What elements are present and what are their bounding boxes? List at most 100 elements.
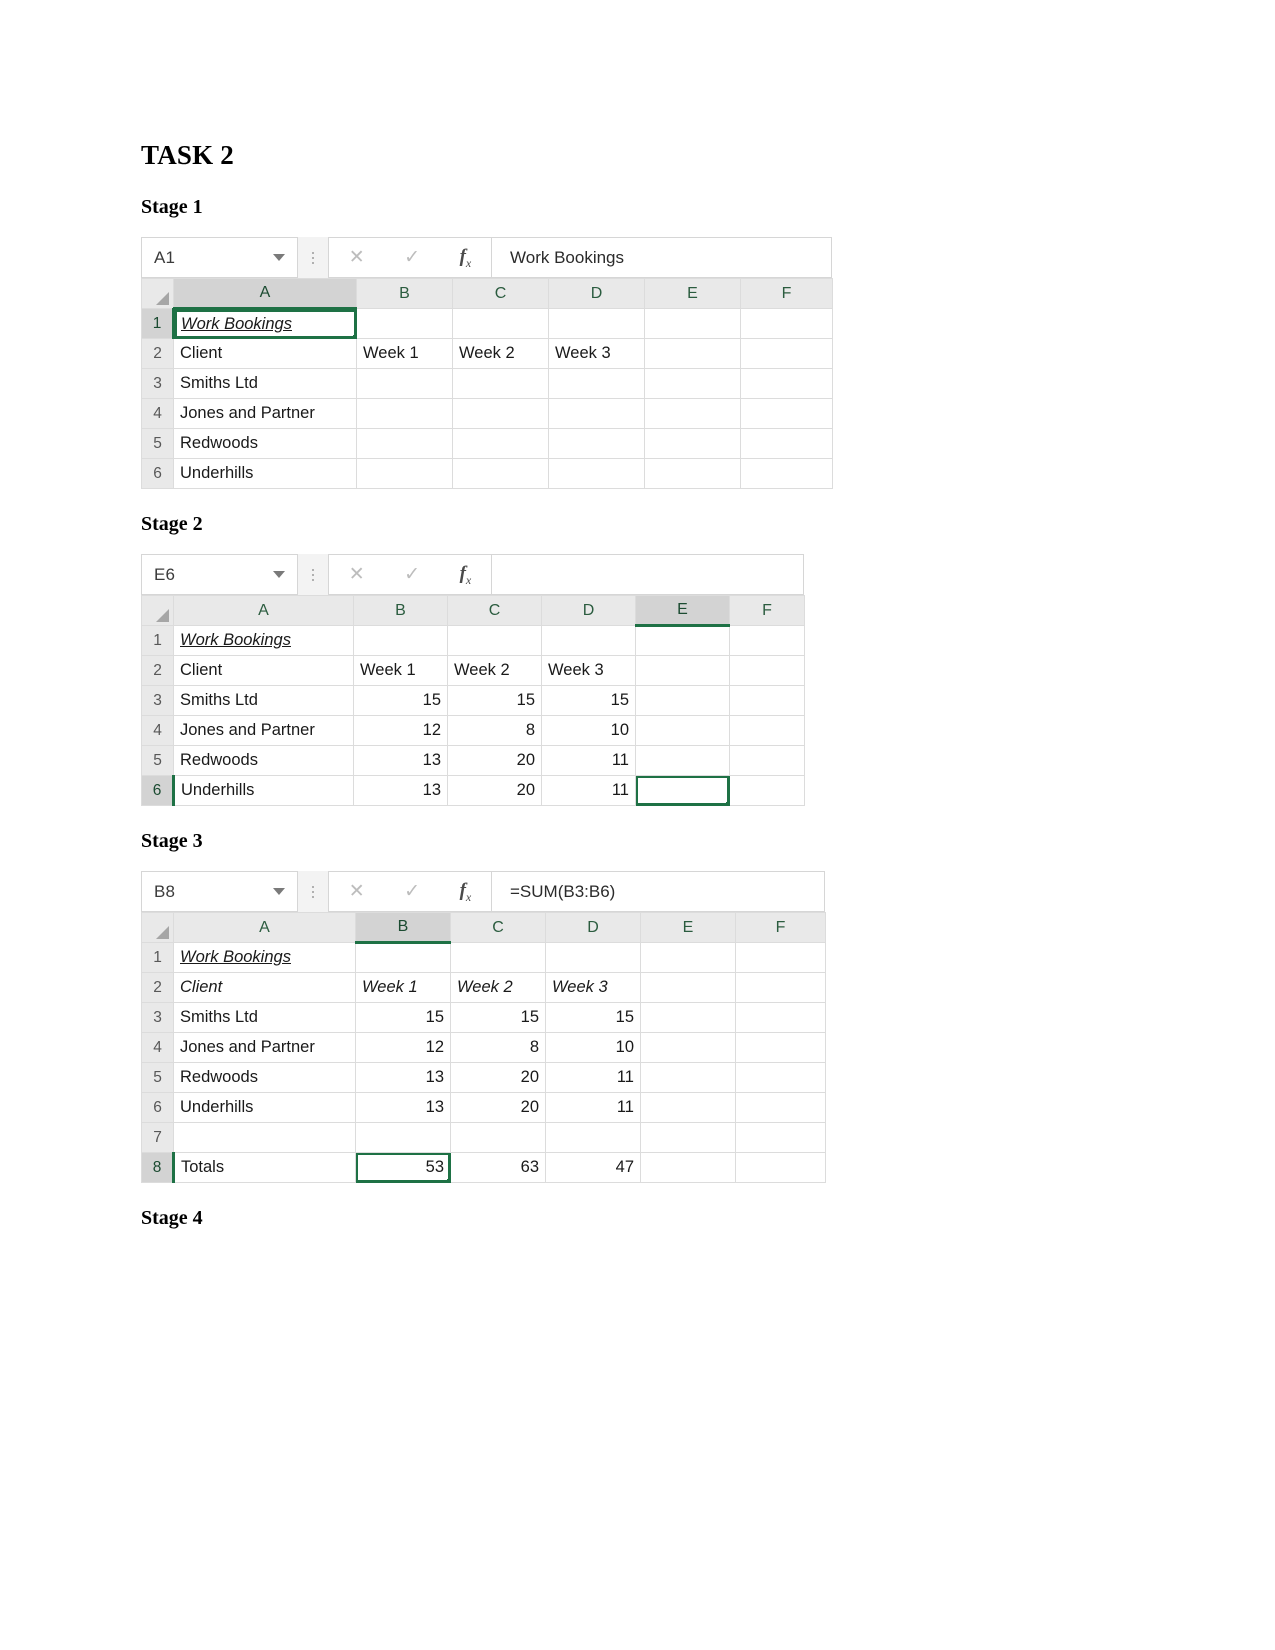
- cell-b3[interactable]: 15: [355, 1002, 451, 1033]
- formula-input-stage-2[interactable]: [492, 554, 804, 595]
- cell-e1[interactable]: [644, 308, 741, 339]
- row-header-5[interactable]: 5: [141, 745, 174, 776]
- cell-c2[interactable]: Week 2: [447, 655, 542, 686]
- row-header-1[interactable]: 1: [141, 942, 174, 973]
- cell-c3[interactable]: 15: [450, 1002, 546, 1033]
- cell-d4[interactable]: 10: [541, 715, 636, 746]
- cell-f1[interactable]: [735, 942, 826, 973]
- cell-d2[interactable]: Week 3: [548, 338, 645, 369]
- cell-a2[interactable]: Client: [173, 338, 357, 369]
- cell-d7[interactable]: [545, 1122, 641, 1153]
- cell-a5[interactable]: Redwoods: [173, 1062, 356, 1093]
- cell-b7[interactable]: [355, 1122, 451, 1153]
- cell-c5[interactable]: 20: [447, 745, 542, 776]
- formula-input-stage-3[interactable]: =SUM(B3:B6): [492, 871, 825, 912]
- cancel-icon[interactable]: ✕: [349, 248, 365, 267]
- cell-d8[interactable]: 47: [545, 1152, 641, 1183]
- column-header-c[interactable]: C: [452, 278, 549, 309]
- cell-d5[interactable]: [548, 428, 645, 459]
- cell-f6[interactable]: [729, 775, 805, 806]
- row-header-4[interactable]: 4: [141, 1032, 174, 1063]
- cell-f5[interactable]: [729, 745, 805, 776]
- row-header-4[interactable]: 4: [141, 398, 174, 429]
- cell-f1[interactable]: [740, 308, 833, 339]
- select-all-corner[interactable]: [141, 912, 174, 943]
- cell-c5[interactable]: [452, 428, 549, 459]
- cell-e3[interactable]: [644, 368, 741, 399]
- cell-b4[interactable]: 12: [355, 1032, 451, 1063]
- confirm-icon[interactable]: ✓: [404, 248, 420, 267]
- row-header-3[interactable]: 3: [141, 685, 174, 716]
- column-header-c[interactable]: C: [447, 595, 542, 626]
- column-header-f[interactable]: F: [729, 595, 805, 626]
- row-header-1[interactable]: 1: [141, 625, 174, 656]
- cell-e6[interactable]: [644, 458, 741, 489]
- row-header-2[interactable]: 2: [141, 655, 174, 686]
- row-header-3[interactable]: 3: [141, 368, 174, 399]
- cell-a1[interactable]: Work Bookings: [173, 625, 354, 656]
- row-header-8[interactable]: 8: [141, 1152, 175, 1183]
- insert-function-icon[interactable]: fx: [460, 881, 472, 903]
- cell-b1[interactable]: [356, 308, 453, 339]
- column-header-e[interactable]: E: [635, 595, 730, 627]
- cell-e1[interactable]: [640, 942, 736, 973]
- cell-b3[interactable]: [356, 368, 453, 399]
- cell-f3[interactable]: [740, 368, 833, 399]
- formula-input-stage-1[interactable]: Work Bookings: [492, 237, 832, 278]
- cell-b8[interactable]: 53: [355, 1152, 451, 1183]
- cell-f3[interactable]: [735, 1002, 826, 1033]
- cell-e6[interactable]: [635, 775, 730, 806]
- cell-b6[interactable]: [356, 458, 453, 489]
- cell-a2[interactable]: Client: [173, 972, 356, 1003]
- cell-f7[interactable]: [735, 1122, 826, 1153]
- cell-d1[interactable]: [541, 625, 636, 656]
- column-header-b[interactable]: B: [353, 595, 448, 626]
- column-header-d[interactable]: D: [548, 278, 645, 309]
- cell-f6[interactable]: [735, 1092, 826, 1123]
- cell-c2[interactable]: Week 2: [450, 972, 546, 1003]
- cell-c1[interactable]: [452, 308, 549, 339]
- row-header-3[interactable]: 3: [141, 1002, 174, 1033]
- cell-e5[interactable]: [635, 745, 730, 776]
- cell-c8[interactable]: 63: [450, 1152, 546, 1183]
- cell-e2[interactable]: [635, 655, 730, 686]
- cell-c7[interactable]: [450, 1122, 546, 1153]
- cell-e8[interactable]: [640, 1152, 736, 1183]
- cell-c4[interactable]: 8: [447, 715, 542, 746]
- cell-a1[interactable]: Work Bookings: [173, 942, 356, 973]
- column-header-e[interactable]: E: [640, 912, 736, 943]
- cell-d3[interactable]: [548, 368, 645, 399]
- cell-a6[interactable]: Underhills: [173, 775, 354, 806]
- cell-b5[interactable]: [356, 428, 453, 459]
- cell-b2[interactable]: Week 1: [355, 972, 451, 1003]
- chevron-down-icon[interactable]: [273, 254, 285, 261]
- cell-d4[interactable]: [548, 398, 645, 429]
- row-header-1[interactable]: 1: [141, 308, 175, 339]
- cell-e5[interactable]: [640, 1062, 736, 1093]
- cell-b3[interactable]: 15: [353, 685, 448, 716]
- cell-b2[interactable]: Week 1: [356, 338, 453, 369]
- cell-f5[interactable]: [735, 1062, 826, 1093]
- cell-a4[interactable]: Jones and Partner: [173, 398, 357, 429]
- insert-function-icon[interactable]: fx: [460, 247, 472, 269]
- cell-b6[interactable]: 13: [355, 1092, 451, 1123]
- row-header-4[interactable]: 4: [141, 715, 174, 746]
- cell-f6[interactable]: [740, 458, 833, 489]
- cell-c4[interactable]: [452, 398, 549, 429]
- cell-e3[interactable]: [640, 1002, 736, 1033]
- cell-b2[interactable]: Week 1: [353, 655, 448, 686]
- cell-a3[interactable]: Smiths Ltd: [173, 1002, 356, 1033]
- cell-d6[interactable]: [548, 458, 645, 489]
- row-header-6[interactable]: 6: [141, 775, 175, 806]
- cell-a6[interactable]: Underhills: [173, 458, 357, 489]
- cell-e4[interactable]: [640, 1032, 736, 1063]
- cell-a8[interactable]: Totals: [173, 1152, 356, 1183]
- cell-d2[interactable]: Week 3: [541, 655, 636, 686]
- row-header-5[interactable]: 5: [141, 1062, 174, 1093]
- cell-c5[interactable]: 20: [450, 1062, 546, 1093]
- column-header-c[interactable]: C: [450, 912, 546, 943]
- cell-c3[interactable]: [452, 368, 549, 399]
- row-header-7[interactable]: 7: [141, 1122, 174, 1153]
- cell-c6[interactable]: 20: [447, 775, 542, 806]
- cancel-icon[interactable]: ✕: [349, 565, 365, 584]
